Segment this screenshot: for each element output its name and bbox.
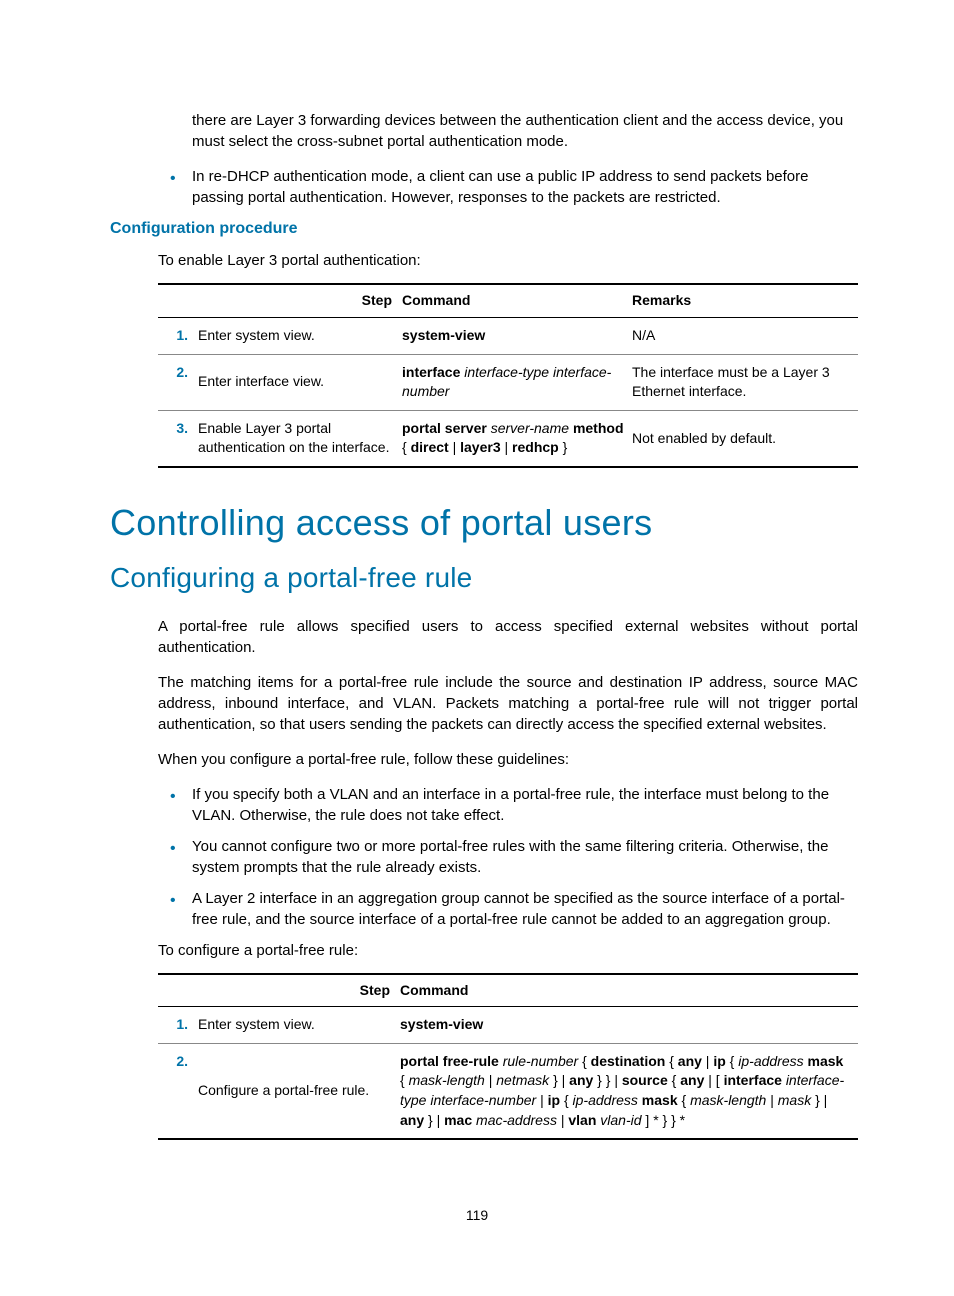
paragraph-2: The matching items for a portal-free rul…	[158, 672, 858, 735]
procedure-table-1: Step Command Remarks 1. Enter system vie…	[158, 283, 858, 468]
page: there are Layer 3 forwarding devices bet…	[0, 0, 954, 1296]
page-title: Controlling access of portal users	[110, 498, 858, 548]
step-remarks: The interface must be a Layer 3 Ethernet…	[632, 354, 858, 410]
th-command: Command	[402, 284, 632, 317]
step-number: 2.	[158, 1043, 198, 1139]
table-row: 2. Enter interface view. interface inter…	[158, 354, 858, 410]
th-remarks: Remarks	[632, 284, 858, 317]
config-procedure-lead: To enable Layer 3 portal authentication:	[158, 250, 858, 271]
table-row: 3. Enable Layer 3 portal authentication …	[158, 410, 858, 467]
step-command: portal server server-name method { direc…	[402, 410, 632, 467]
guidelines-list: If you specify both a VLAN and an interf…	[110, 784, 858, 930]
guideline-item: A Layer 2 interface in an aggregation gr…	[110, 888, 858, 930]
step-desc: Enable Layer 3 portal authentication on …	[198, 410, 402, 467]
step-desc: Enter system view.	[198, 317, 402, 354]
intro-bullet-1: In re-DHCP authentication mode, a client…	[110, 166, 858, 208]
guideline-item: You cannot configure two or more portal-…	[110, 836, 858, 878]
continuation-paragraph: there are Layer 3 forwarding devices bet…	[192, 110, 858, 152]
config-procedure-heading: Configuration procedure	[110, 218, 858, 240]
section-title: Configuring a portal-free rule	[110, 558, 858, 597]
step-number: 1.	[158, 1007, 198, 1044]
page-number: 119	[0, 1206, 954, 1226]
step-command: portal free-rule rule-number { destinati…	[400, 1043, 858, 1139]
procedure-table-2: Step Command 1. Enter system view. syste…	[158, 973, 858, 1141]
table-row: 2. Configure a portal-free rule. portal …	[158, 1043, 858, 1139]
step-number: 1.	[158, 317, 198, 354]
table-row: 1. Enter system view. system-view N/A	[158, 317, 858, 354]
config-lead-2: To configure a portal-free rule:	[158, 940, 858, 961]
step-remarks: N/A	[632, 317, 858, 354]
step-remarks: Not enabled by default.	[632, 410, 858, 467]
th-step: Step	[158, 974, 400, 1007]
step-desc: Enter interface view.	[198, 354, 402, 410]
step-number: 3.	[158, 410, 198, 467]
step-number: 2.	[158, 354, 198, 410]
step-command: interface interface-type interface-numbe…	[402, 354, 632, 410]
intro-bullet-list: In re-DHCP authentication mode, a client…	[110, 166, 858, 208]
step-desc: Configure a portal-free rule.	[198, 1043, 400, 1139]
th-command: Command	[400, 974, 858, 1007]
step-command: system-view	[400, 1007, 858, 1044]
guideline-item: If you specify both a VLAN and an interf…	[110, 784, 858, 826]
paragraph-1: A portal-free rule allows specified user…	[158, 616, 858, 658]
table-row: 1. Enter system view. system-view	[158, 1007, 858, 1044]
step-command: system-view	[402, 317, 632, 354]
th-step: Step	[158, 284, 402, 317]
paragraph-3: When you configure a portal-free rule, f…	[158, 749, 858, 770]
step-desc: Enter system view.	[198, 1007, 400, 1044]
